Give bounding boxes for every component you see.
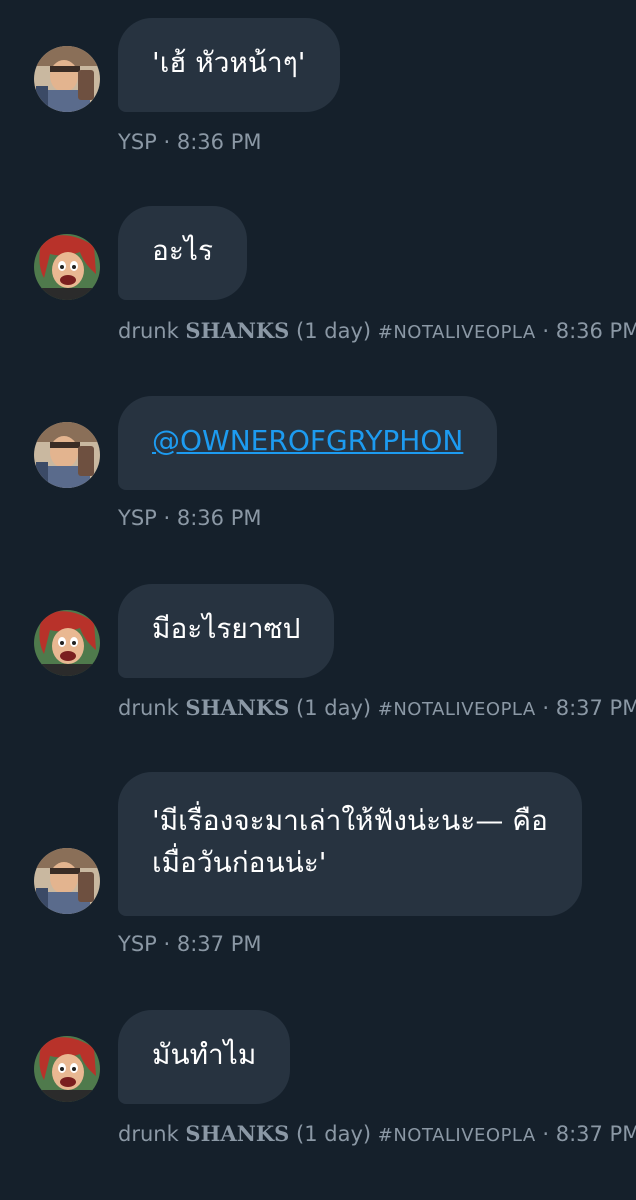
message-bubble[interactable]: มีอะไรยาซป	[118, 584, 335, 678]
message-text-line: เมื่อวันก่อนน่ะ'	[152, 846, 327, 879]
sender-name-suffix[interactable]: (1 day)	[289, 1122, 377, 1146]
message-text: มีอะไรยาซป	[152, 612, 301, 645]
ysp-avatar-icon[interactable]	[34, 848, 100, 914]
message-text: 'เฮ้ หัวหน้าๆ'	[152, 46, 306, 79]
message-meta: YSP · 8:37 PM	[118, 932, 261, 956]
message-time: 8:36 PM	[555, 319, 636, 343]
meta-separator: ·	[156, 506, 177, 530]
message-meta: YSP · 8:36 PM	[118, 130, 261, 154]
ysp-avatar-icon[interactable]	[34, 46, 100, 112]
chat-thread: 'เฮ้ หัวหน้าๆ' YSP · 8:36 PM อะไร drunk …	[0, 0, 636, 1200]
message-time: 8:36 PM	[176, 130, 262, 154]
sender-name[interactable]: YSP	[118, 932, 157, 956]
message-bubble[interactable]: @OWNEROFGRYPHON	[118, 396, 498, 490]
message-text: มันทำไม	[152, 1038, 257, 1071]
ysp-avatar-icon[interactable]	[34, 422, 100, 488]
meta-separator: ·	[535, 1122, 556, 1146]
sender-name-suffix[interactable]: (1 day)	[289, 319, 377, 343]
message-text: อะไร	[152, 234, 213, 267]
message-meta: drunk SHANKS (1 day) #NOTALIVEOPLA · 8:3…	[118, 695, 636, 720]
sender-hashtag[interactable]: #NOTALIVEOPLA	[378, 1125, 536, 1146]
message-bubble[interactable]: 'เฮ้ หัวหน้าๆ'	[118, 18, 340, 112]
message-text-line: 'มีเรื่องจะมาเล่าให้ฟังน่ะนะ— คือ	[152, 804, 548, 837]
message-time: 8:37 PM	[555, 1122, 636, 1146]
sender-name-bold[interactable]: SHANKS	[185, 318, 289, 343]
sender-name-prefix[interactable]: drunk	[118, 696, 185, 720]
meta-separator: ·	[535, 696, 556, 720]
meta-separator: ·	[535, 319, 556, 343]
shanks-avatar-icon[interactable]	[34, 1036, 100, 1102]
sender-name-bold[interactable]: SHANKS	[185, 1121, 289, 1146]
sender-name-prefix[interactable]: drunk	[118, 319, 185, 343]
message-bubble[interactable]: 'มีเรื่องจะมาเล่าให้ฟังน่ะนะ— คือ เมื่อว…	[118, 772, 582, 916]
sender-name[interactable]: YSP	[118, 130, 157, 154]
message-meta: drunk SHANKS (1 day) #NOTALIVEOPLA · 8:3…	[118, 1121, 636, 1146]
sender-name-prefix[interactable]: drunk	[118, 1122, 185, 1146]
meta-separator: ·	[156, 130, 177, 154]
mention-link[interactable]: @OWNEROFGRYPHON	[152, 424, 463, 457]
message-time: 8:36 PM	[176, 506, 262, 530]
message-bubble[interactable]: มันทำไม	[118, 1010, 291, 1104]
sender-name[interactable]: YSP	[118, 506, 157, 530]
sender-name-suffix[interactable]: (1 day)	[289, 696, 377, 720]
meta-separator: ·	[156, 932, 177, 956]
message-time: 8:37 PM	[176, 932, 262, 956]
shanks-avatar-icon[interactable]	[34, 610, 100, 676]
message-time: 8:37 PM	[555, 696, 636, 720]
message-bubble[interactable]: อะไร	[118, 206, 247, 300]
message-meta: drunk SHANKS (1 day) #NOTALIVEOPLA · 8:3…	[118, 318, 636, 343]
sender-hashtag[interactable]: #NOTALIVEOPLA	[378, 322, 536, 343]
message-meta: YSP · 8:36 PM	[118, 506, 261, 530]
shanks-avatar-icon[interactable]	[34, 234, 100, 300]
sender-hashtag[interactable]: #NOTALIVEOPLA	[378, 699, 536, 720]
sender-name-bold[interactable]: SHANKS	[185, 695, 289, 720]
